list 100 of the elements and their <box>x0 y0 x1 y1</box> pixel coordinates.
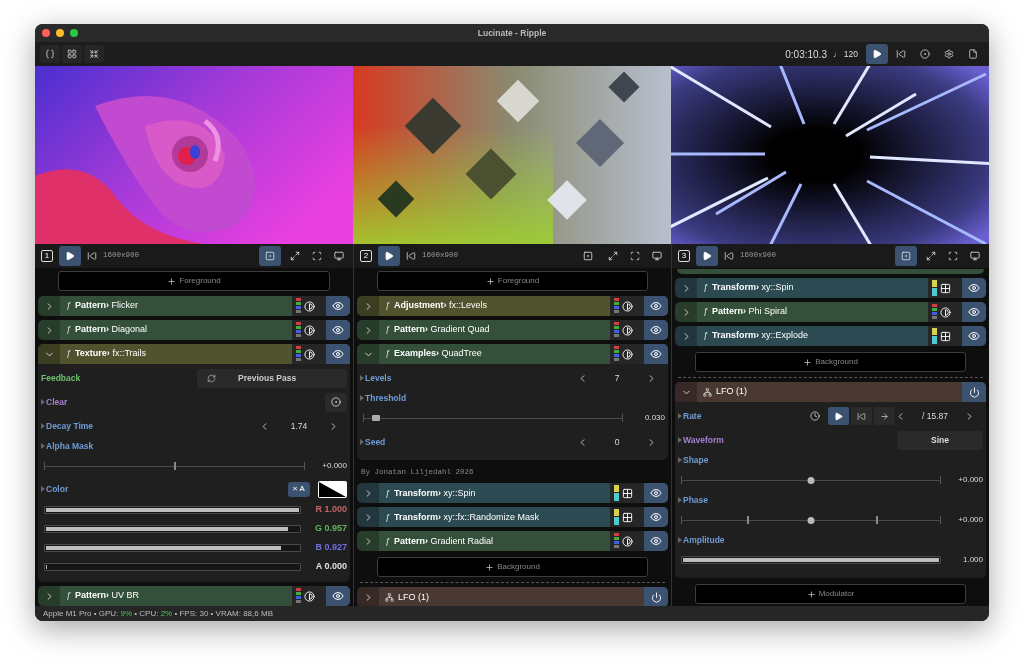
slider-track[interactable] <box>44 524 301 533</box>
expand-button[interactable] <box>675 382 697 402</box>
slider-track[interactable] <box>44 543 301 552</box>
layer-header[interactable]: ƒ Transform› xy::fx::Randomize Mask <box>357 507 668 528</box>
clock-icon[interactable] <box>810 411 820 421</box>
minimize-button[interactable] <box>56 29 64 37</box>
layout-button[interactable] <box>62 45 82 63</box>
add-layer-button[interactable]: Background <box>377 557 648 578</box>
expand-button[interactable] <box>675 278 697 298</box>
slider-thumb[interactable] <box>173 462 176 470</box>
layer-header[interactable]: ƒ Pattern› Phi Spiral <box>675 302 986 322</box>
sync-button[interactable] <box>874 407 895 425</box>
color-swatch[interactable] <box>318 480 347 498</box>
display-button[interactable] <box>967 251 983 261</box>
disclosure-icon[interactable] <box>41 399 45 405</box>
power-button[interactable] <box>644 587 668 606</box>
add-layer-button[interactable]: Foreground <box>58 271 330 291</box>
disclosure-icon[interactable] <box>678 497 682 503</box>
collapse-button[interactable] <box>84 45 104 63</box>
blend-mode-button[interactable] <box>292 586 326 606</box>
visibility-button[interactable] <box>644 320 668 340</box>
layer-header[interactable]: ƒ Pattern› UV BR <box>38 586 350 606</box>
slider-track[interactable] <box>681 476 941 484</box>
play-button[interactable] <box>866 44 888 64</box>
visibility-button[interactable] <box>326 320 350 340</box>
modulator-header[interactable]: LFO (1) <box>357 587 668 606</box>
slider-track[interactable] <box>44 562 301 571</box>
blend-mode-button[interactable] <box>928 302 962 322</box>
play-button[interactable] <box>378 246 400 266</box>
blend-mode-button[interactable] <box>610 507 644 528</box>
layer-header[interactable]: ƒ Transform› xy::Explode <box>675 326 986 346</box>
blend-mode-button[interactable] <box>928 326 962 346</box>
restart-button[interactable] <box>724 251 734 261</box>
add-layer-button[interactable]: Foreground <box>377 271 648 291</box>
blend-mode-button[interactable] <box>292 296 326 316</box>
disclosure-icon[interactable] <box>360 439 364 445</box>
trigger-button[interactable] <box>325 392 347 412</box>
visibility-button[interactable] <box>326 296 350 316</box>
layer-header[interactable]: ƒ Adjustment› fx::Levels <box>357 296 668 316</box>
slider-thumb[interactable] <box>807 516 815 524</box>
layer-header[interactable]: ƒ Pattern› Flicker <box>38 296 350 316</box>
display-button[interactable] <box>649 251 665 261</box>
expand-button[interactable] <box>357 296 379 316</box>
disclosure-icon[interactable] <box>678 457 682 463</box>
visibility-button[interactable] <box>644 296 668 316</box>
blend-mode-button[interactable] <box>292 344 326 364</box>
disclosure-icon[interactable] <box>678 437 682 443</box>
restart-button[interactable] <box>406 251 416 261</box>
layer-header[interactable]: ƒ Transform› xy::Spin <box>357 483 668 504</box>
expand-button[interactable] <box>675 326 697 346</box>
blend-mode-button[interactable] <box>292 320 326 340</box>
expand-button[interactable] <box>357 320 379 340</box>
slider-track[interactable] <box>44 462 305 470</box>
blend-mode-button[interactable] <box>610 296 644 316</box>
modulator-header[interactable]: LFO (1) <box>675 382 986 402</box>
code-button[interactable] <box>40 45 60 63</box>
disclosure-icon[interactable] <box>360 375 364 381</box>
close-button[interactable] <box>42 29 50 37</box>
display-button[interactable] <box>331 251 347 261</box>
layer-header[interactable]: ƒ Pattern› Diagonal <box>38 320 350 340</box>
visibility-button[interactable] <box>644 531 668 552</box>
power-button[interactable] <box>962 382 986 402</box>
blend-mode-button[interactable] <box>928 278 962 298</box>
expand-button[interactable] <box>357 587 379 606</box>
visibility-button[interactable] <box>644 507 668 528</box>
visibility-button[interactable] <box>962 326 986 346</box>
expand-button[interactable] <box>357 483 379 504</box>
expand-button[interactable] <box>357 507 379 528</box>
visibility-button[interactable] <box>644 344 668 364</box>
blend-mode-button[interactable] <box>610 320 644 340</box>
play-button[interactable] <box>59 246 81 266</box>
restart-button[interactable] <box>851 407 872 425</box>
source-button[interactable]: Previous Pass <box>197 368 347 388</box>
visibility-button[interactable] <box>962 302 986 322</box>
visibility-button[interactable] <box>644 483 668 504</box>
slider-thumb[interactable] <box>807 476 815 484</box>
play-button[interactable] <box>696 246 718 266</box>
fit-button[interactable] <box>259 246 281 266</box>
layer-header[interactable]: ƒ Pattern› Gradient Radial <box>357 531 668 552</box>
play-button[interactable] <box>828 407 849 425</box>
slider-thumb[interactable] <box>371 415 380 421</box>
add-layer-button[interactable]: Background <box>695 352 966 372</box>
disclosure-icon[interactable] <box>41 486 45 492</box>
blend-mode-button[interactable] <box>610 483 644 504</box>
disclosure-icon[interactable] <box>678 537 682 543</box>
blend-mode-button[interactable] <box>610 531 644 552</box>
expand-button[interactable] <box>357 531 379 552</box>
disclosure-icon[interactable] <box>41 423 45 429</box>
disclosure-icon[interactable] <box>360 395 364 401</box>
expand-button[interactable] <box>675 302 697 322</box>
zoom-button[interactable] <box>70 29 78 37</box>
layer-header[interactable]: ƒ Pattern› Gradient Quad <box>357 320 668 340</box>
layer-header[interactable]: ƒ Transform› xy::Spin <box>675 278 986 298</box>
expand-button[interactable] <box>38 320 60 340</box>
expand-button[interactable] <box>38 586 60 606</box>
visibility-button[interactable] <box>326 586 350 606</box>
add-layer-button[interactable]: Modulator <box>695 584 966 604</box>
visibility-button[interactable] <box>962 278 986 298</box>
multiply-alpha-button[interactable]: × A <box>287 481 310 497</box>
slider-track[interactable] <box>681 516 941 524</box>
